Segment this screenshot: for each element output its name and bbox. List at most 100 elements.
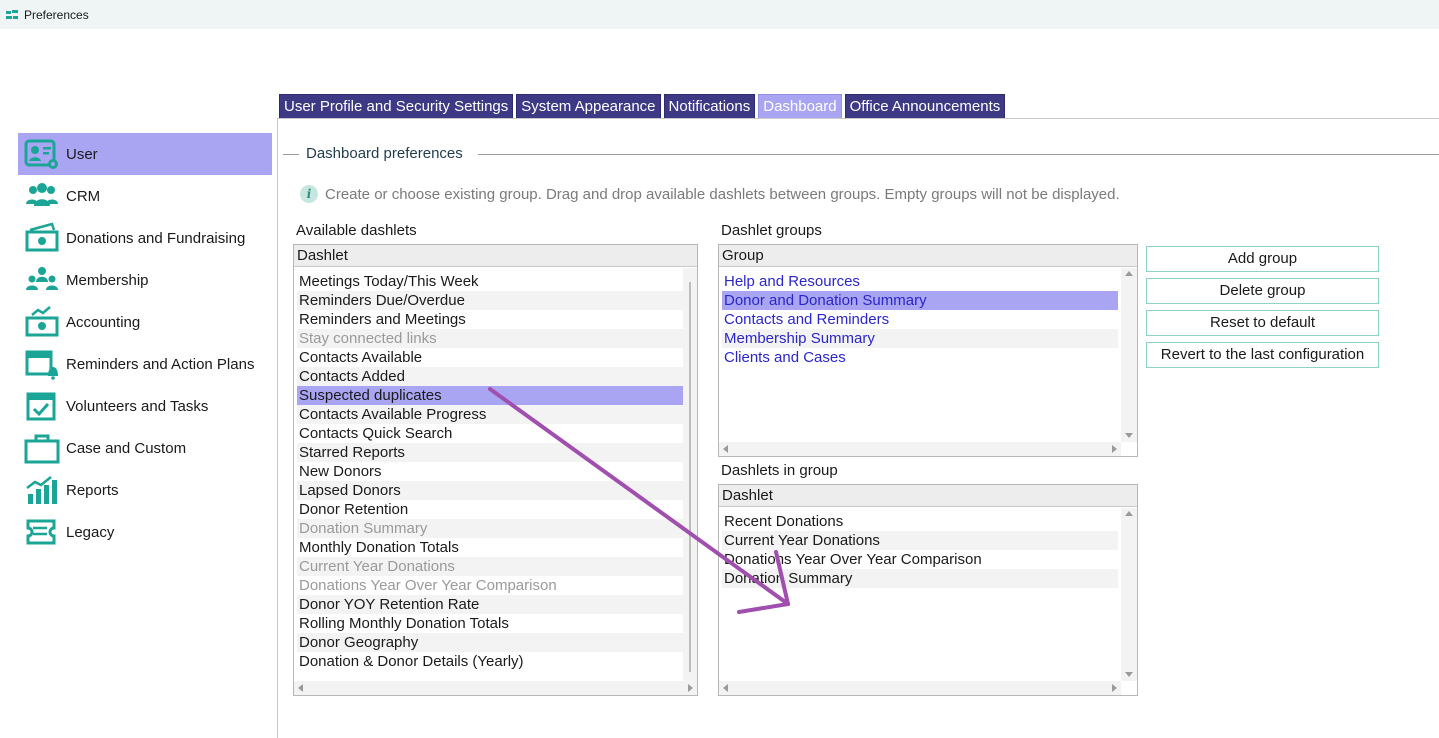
app-logo-icon <box>6 9 18 20</box>
list-item[interactable]: Help and Resources <box>722 272 1118 291</box>
info-text: Create or choose existing group. Drag an… <box>325 185 1120 203</box>
user-card-icon <box>24 138 60 170</box>
sidebar-item-label: Membership <box>66 271 149 289</box>
sidebar-item-label: Legacy <box>66 523 115 541</box>
list-item[interactable]: Starred Reports <box>297 443 693 462</box>
tab-office-announcements[interactable]: Office Announcements <box>844 94 1006 118</box>
list-item[interactable]: Donation & Donor Details (Yearly) <box>297 652 693 671</box>
sidebar-item-reminders[interactable]: Reminders and Action Plans <box>18 343 272 385</box>
calendar-bell-icon <box>24 348 60 380</box>
list-item[interactable]: Stay connected links <box>297 329 693 348</box>
list-item[interactable]: Donor Geography <box>297 633 693 652</box>
bar-chart-icon <box>24 474 60 506</box>
list-item[interactable]: Membership Summary <box>722 329 1118 348</box>
sidebar-item-donations[interactable]: Donations and Fundraising <box>18 217 272 259</box>
sidebar-item-crm[interactable]: CRM <box>18 175 272 217</box>
dashlet-groups-label: Dashlet groups <box>721 222 822 239</box>
list-item[interactable]: Donor and Donation Summary <box>722 291 1118 310</box>
money-icon <box>24 222 60 254</box>
group-icon <box>24 264 60 296</box>
list-item[interactable]: Donations Year Over Year Comparison <box>297 576 693 595</box>
list-item[interactable]: Donation Summary <box>722 569 1118 588</box>
sidebar-item-reports[interactable]: Reports <box>18 469 272 511</box>
tab-user-profile[interactable]: User Profile and Security Settings <box>279 94 514 118</box>
sidebar-item-label: CRM <box>66 187 101 205</box>
calendar-check-icon <box>24 390 60 422</box>
list-item[interactable]: New Donors <box>297 462 693 481</box>
info-message: i Create or choose existing group. Drag … <box>300 185 1120 203</box>
sidebar-item-label: Donations and Fundraising <box>66 229 246 247</box>
list-item[interactable]: Meetings Today/This Week <box>297 272 693 291</box>
dashlet-groups-list[interactable]: Group Help and Resources Donor and Donat… <box>718 244 1138 457</box>
list-item[interactable]: Contacts Quick Search <box>297 424 693 443</box>
available-dashlets-rows: Meetings Today/This Week Reminders Due/O… <box>297 272 693 671</box>
dashlets-in-group-label: Dashlets in group <box>721 462 838 479</box>
sidebar-item-user[interactable]: User <box>18 133 272 175</box>
scroll-arrows-icon <box>723 684 1117 692</box>
list-item[interactable]: Current Year Donations <box>722 531 1118 550</box>
preferences-tabs: User Profile and Security Settings Syste… <box>279 94 1008 118</box>
briefcase-icon <box>24 432 60 464</box>
horizontal-scrollbar[interactable] <box>719 681 1121 695</box>
list-item[interactable]: Donations Year Over Year Comparison <box>722 550 1118 569</box>
list-item[interactable]: Reminders Due/Overdue <box>297 291 693 310</box>
sidebar-item-label: User <box>66 145 98 163</box>
tab-system-appearance[interactable]: System Appearance <box>516 94 661 118</box>
list-item[interactable]: Rolling Monthly Donation Totals <box>297 614 693 633</box>
column-header-dashlet[interactable]: Dashlet <box>294 245 697 267</box>
sidebar-item-accounting[interactable]: Accounting <box>18 301 272 343</box>
reset-to-default-button[interactable]: Reset to default <box>1146 310 1379 336</box>
people-icon <box>24 180 60 212</box>
dashboard-preferences-legend: Dashboard preferences <box>304 145 465 162</box>
list-item[interactable]: Donor YOY Retention Rate <box>297 595 693 614</box>
sidebar-item-legacy[interactable]: Legacy <box>18 511 272 553</box>
tab-notifications[interactable]: Notifications <box>663 94 756 118</box>
sidebar: User CRM Donations and Fundraising Membe… <box>18 133 272 553</box>
dashlet-groups-rows: Help and Resources Donor and Donation Su… <box>722 272 1118 367</box>
list-item[interactable]: Contacts Available <box>297 348 693 367</box>
list-item[interactable]: Donor Retention <box>297 500 693 519</box>
ticket-icon <box>24 516 60 548</box>
list-item[interactable]: Monthly Donation Totals <box>297 538 693 557</box>
sidebar-item-label: Accounting <box>66 313 141 331</box>
sidebar-item-label: Reminders and Action Plans <box>66 355 255 373</box>
fieldset-border <box>283 154 299 155</box>
info-icon: i <box>300 185 318 203</box>
column-header-dashlet[interactable]: Dashlet <box>719 485 1137 507</box>
vertical-scrollbar[interactable] <box>683 268 697 682</box>
tab-dashboard[interactable]: Dashboard <box>758 94 842 118</box>
list-item[interactable]: Clients and Cases <box>722 348 1118 367</box>
sidebar-item-case[interactable]: Case and Custom <box>18 427 272 469</box>
list-item[interactable]: Reminders and Meetings <box>297 310 693 329</box>
list-item[interactable]: Lapsed Donors <box>297 481 693 500</box>
vertical-scrollbar[interactable] <box>1121 268 1137 442</box>
list-item[interactable]: Contacts and Reminders <box>722 310 1118 329</box>
revert-last-configuration-button[interactable]: Revert to the last configuration <box>1146 342 1379 368</box>
scroll-arrows-icon <box>1125 271 1133 438</box>
sidebar-item-label: Volunteers and Tasks <box>66 397 209 415</box>
available-dashlets-label: Available dashlets <box>296 222 417 239</box>
scrollbar-thumb[interactable] <box>689 282 691 672</box>
sidebar-item-label: Case and Custom <box>66 439 187 457</box>
fieldset-border <box>478 154 1439 155</box>
delete-group-button[interactable]: Delete group <box>1146 278 1379 304</box>
scroll-arrows-icon <box>298 684 693 692</box>
vertical-scrollbar[interactable] <box>1121 508 1137 681</box>
list-item[interactable]: Donation Summary <box>297 519 693 538</box>
dashlets-in-group-list[interactable]: Dashlet Recent Donations Current Year Do… <box>718 484 1138 696</box>
add-group-button[interactable]: Add group <box>1146 246 1379 272</box>
list-item[interactable]: Suspected duplicates <box>297 386 693 405</box>
list-item[interactable]: Contacts Added <box>297 367 693 386</box>
horizontal-scrollbar[interactable] <box>294 681 697 695</box>
list-item[interactable]: Contacts Available Progress <box>297 405 693 424</box>
column-header-group[interactable]: Group <box>719 245 1137 267</box>
scroll-arrows-icon <box>723 445 1117 453</box>
list-item[interactable]: Recent Donations <box>722 512 1118 531</box>
list-item[interactable]: Current Year Donations <box>297 557 693 576</box>
dashlets-in-group-rows: Recent Donations Current Year Donations … <box>722 512 1118 588</box>
sidebar-item-volunteers[interactable]: Volunteers and Tasks <box>18 385 272 427</box>
horizontal-scrollbar[interactable] <box>719 442 1121 456</box>
window-title: Preferences <box>24 7 89 22</box>
sidebar-item-membership[interactable]: Membership <box>18 259 272 301</box>
available-dashlets-list[interactable]: Dashlet Meetings Today/This Week Reminde… <box>293 244 698 696</box>
